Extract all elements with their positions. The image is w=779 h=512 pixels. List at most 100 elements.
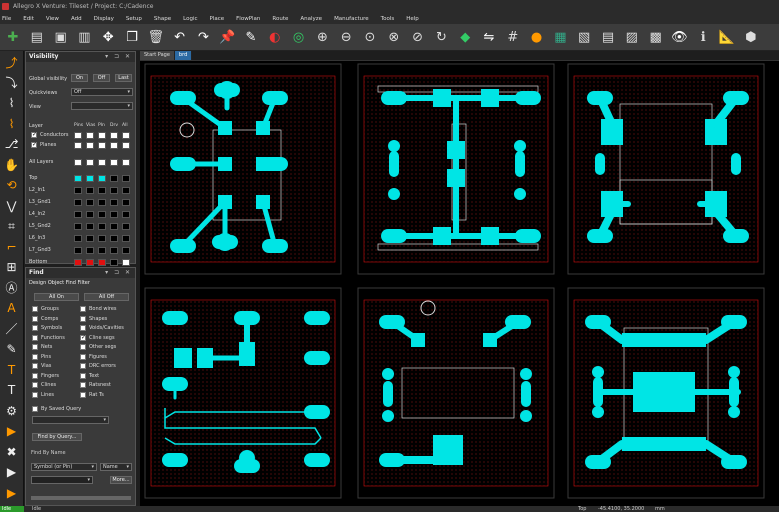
layer-color-swatch[interactable] (74, 223, 82, 230)
menu-item-route[interactable]: Route (272, 16, 288, 22)
text-icon[interactable]: T (2, 381, 21, 399)
place-icon[interactable]: Ⓐ (2, 279, 21, 297)
unpin-icon[interactable]: ✎ (242, 28, 260, 46)
new-file-icon[interactable]: ✚ (4, 28, 22, 46)
menu-item-setup[interactable]: Setup (126, 16, 142, 22)
open-file-icon[interactable]: ▤ (28, 28, 46, 46)
delete-tool-icon[interactable]: ▶ (2, 463, 21, 481)
menu-item-manufacture[interactable]: Manufacture (334, 16, 369, 22)
layer-color-swatch[interactable] (74, 235, 82, 242)
zoom-world-icon[interactable]: ⊗ (385, 28, 403, 46)
layer-color-swatch[interactable] (86, 235, 94, 242)
layer-color-swatch[interactable] (110, 259, 118, 266)
find-filter-checkbox[interactable] (80, 334, 86, 341)
footprint-tile[interactable] (144, 287, 342, 499)
grid-icon[interactable]: # (504, 28, 522, 46)
delay-tune-icon[interactable]: ⌇ (2, 94, 21, 112)
flip-icon[interactable]: ⇋ (480, 28, 498, 46)
layer-color-swatch[interactable] (98, 199, 106, 206)
layer-color-swatch[interactable] (110, 211, 118, 218)
footprint-tile[interactable] (144, 63, 342, 275)
conductors-checkbox[interactable] (31, 131, 37, 138)
zoom-fit-icon[interactable]: ◎ (290, 28, 308, 46)
menu-item-add[interactable]: Add (71, 16, 82, 22)
add-line-icon[interactable]: ／ (2, 320, 21, 338)
custom-smooth-icon[interactable]: ⌇ (2, 115, 21, 133)
find-name-input[interactable] (31, 476, 93, 484)
find-by-query-button[interactable]: Find by Query... (32, 433, 82, 441)
layer-color-swatch[interactable] (122, 187, 130, 194)
find-filter-checkbox[interactable] (80, 306, 86, 312)
layer-color-swatch[interactable] (122, 247, 130, 254)
layer-color-swatch[interactable] (98, 223, 106, 230)
save-icon[interactable]: ▣ (52, 28, 70, 46)
saved-query-select[interactable] (32, 416, 109, 424)
panel-controls-icon[interactable]: ▾ ⊐ ✕ (105, 52, 132, 62)
layer-color-swatch[interactable] (110, 247, 118, 254)
global-off-button[interactable]: Off (93, 74, 110, 82)
drc-icon[interactable]: ◐ (266, 28, 284, 46)
visibility-toggle[interactable] (98, 142, 106, 149)
visibility-toggle[interactable] (86, 159, 94, 166)
layer-color-swatch[interactable] (110, 223, 118, 230)
group-icon[interactable]: ▶ (2, 484, 21, 502)
menu-item-shape[interactable]: Shape (154, 16, 171, 22)
split-icon[interactable]: ⌐ (2, 238, 21, 256)
menu-item-view[interactable]: View (46, 16, 59, 22)
slide-icon[interactable]: ⤵ (2, 74, 21, 92)
layer-color-swatch[interactable] (74, 247, 82, 254)
attach-icon[interactable]: ▶ (2, 422, 21, 440)
layer-color-swatch[interactable] (122, 235, 130, 242)
report-icon[interactable]: ▤ (599, 28, 617, 46)
layer-color-swatch[interactable] (122, 259, 130, 266)
layer-color-swatch[interactable] (74, 259, 82, 266)
3d-view-icon[interactable]: ◆ (456, 28, 474, 46)
layer-color-swatch[interactable] (122, 175, 130, 182)
stackup-icon[interactable]: ▧ (575, 28, 593, 46)
route-icon[interactable]: ⋁ (2, 197, 21, 215)
footprint-tile[interactable] (567, 63, 765, 275)
layer-color-swatch[interactable] (74, 199, 82, 206)
layer-color-swatch[interactable] (86, 223, 94, 230)
name-mode-select[interactable]: Name (100, 463, 132, 471)
layer-color-swatch[interactable] (110, 175, 118, 182)
spread-icon[interactable]: ⊞ (2, 258, 21, 276)
find-filter-checkbox[interactable] (32, 325, 38, 331)
layer-color-swatch[interactable] (98, 175, 106, 182)
find-filter-checkbox[interactable] (32, 353, 38, 360)
add-connect-icon[interactable]: ⤴ (2, 53, 21, 71)
global-on-button[interactable]: On (71, 74, 88, 82)
layer-color-swatch[interactable] (86, 211, 94, 218)
find-all-off-button[interactable]: All Off (84, 293, 129, 301)
planes-checkbox[interactable] (31, 141, 37, 148)
find-filter-checkbox[interactable] (80, 372, 86, 379)
visibility-toggle[interactable] (110, 159, 118, 166)
visibility-toggle[interactable] (74, 159, 82, 166)
saved-query-checkbox[interactable] (32, 406, 38, 412)
visibility-toggle[interactable] (110, 132, 118, 139)
find-scrollbar[interactable] (31, 496, 131, 500)
layer-color-swatch[interactable] (98, 187, 106, 194)
name-type-select[interactable]: Symbol (or Pin) (31, 463, 97, 471)
footprint-tile[interactable] (357, 287, 555, 499)
find-filter-checkbox[interactable] (80, 391, 86, 398)
zoom-prev-icon[interactable]: ⊙ (361, 28, 379, 46)
dimension-icon[interactable]: ⚙ (2, 402, 21, 420)
layer-color-swatch[interactable] (86, 259, 94, 266)
visibility-toggle[interactable] (98, 159, 106, 166)
visibility-toggle[interactable] (74, 132, 82, 139)
visibility-toggle[interactable] (122, 159, 130, 166)
zoom-out-icon[interactable]: ⊖ (337, 28, 355, 46)
shape-icon[interactable]: ▩ (647, 28, 665, 46)
add-text-icon[interactable]: T (2, 361, 21, 379)
visibility-toggle[interactable] (122, 132, 130, 139)
zoom-in-icon[interactable]: ⊕ (313, 28, 331, 46)
find-filter-checkbox[interactable] (32, 344, 38, 350)
layer-color-swatch[interactable] (122, 211, 130, 218)
find-filter-checkbox[interactable] (80, 353, 86, 360)
layer-icon[interactable]: ▦ (551, 28, 569, 46)
vertex-icon[interactable]: ⌗ (2, 217, 21, 235)
layer-color-swatch[interactable] (110, 199, 118, 206)
menu-item-tools[interactable]: Tools (381, 16, 395, 22)
move-icon[interactable]: ✥ (99, 28, 117, 46)
